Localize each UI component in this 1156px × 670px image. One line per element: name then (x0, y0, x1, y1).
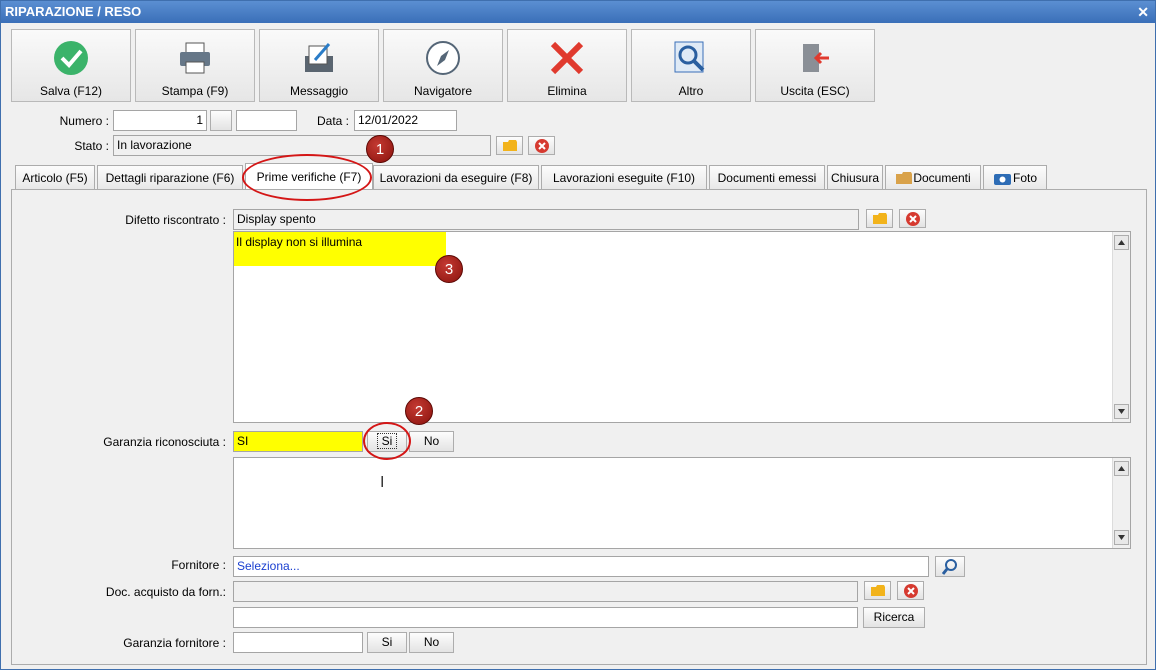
garanzia-memo[interactable]: I (233, 457, 1131, 549)
tab-chiusura[interactable]: Chiusura (827, 165, 883, 189)
print-label: Stampa (F9) (161, 84, 229, 98)
numero-extra-field[interactable] (236, 110, 297, 131)
message-label: Messaggio (289, 84, 349, 98)
garanzia-fornitore-label: Garanzia fornitore : (123, 636, 226, 650)
save-label: Salva (F12) (39, 84, 103, 98)
check-icon (54, 41, 88, 75)
annotation-marker-3: 3 (435, 255, 463, 283)
scroll-up-icon[interactable] (1114, 235, 1129, 250)
garanzia-fornitore-field[interactable] (233, 632, 363, 653)
doc-clear-button[interactable] (897, 581, 924, 600)
text-cursor-icon: I (380, 474, 385, 491)
tab-dettagli[interactable]: Dettagli riparazione (F6) (97, 165, 243, 189)
stato-clear-button[interactable] (528, 136, 555, 155)
memo-scrollbar[interactable] (1112, 232, 1130, 422)
tab-articolo[interactable]: Articolo (F5) (15, 165, 95, 189)
garanzia-fornitore-no-button[interactable]: No (409, 632, 454, 653)
delete-label: Elimina (547, 84, 587, 98)
exit-button[interactable]: Uscita (ESC) (755, 29, 875, 102)
tab-foto[interactable]: Foto (983, 165, 1047, 189)
difetto-field: Display spento (233, 209, 859, 230)
stato-field: In lavorazione (113, 135, 491, 156)
tab-documenti-label: Documenti (913, 171, 971, 185)
scroll-up-icon[interactable] (1114, 461, 1129, 476)
search-icon (941, 559, 957, 575)
numero-field[interactable]: 1 (113, 110, 207, 131)
save-button[interactable]: Salva (F12) (11, 29, 131, 102)
navigator-label: Navigatore (413, 84, 473, 98)
ricerca-button[interactable]: Ricerca (863, 607, 925, 628)
repair-window: RIPARAZIONE / RESO ✕ Salva (F12) Stampa … (0, 0, 1156, 670)
difetto-memo[interactable]: Il display non si illumina (233, 231, 1131, 423)
clear-icon (906, 212, 920, 226)
folder-icon (896, 172, 912, 184)
garanzia-label: Garanzia riconosciuta : (103, 435, 226, 449)
navigator-button[interactable]: Navigatore (383, 29, 503, 102)
annotation-marker-1: 1 (366, 135, 394, 163)
doc-open-button[interactable] (864, 581, 891, 600)
fornitore-search-button[interactable] (935, 556, 965, 577)
scroll-down-icon[interactable] (1114, 404, 1129, 419)
delete-x-icon (550, 41, 584, 75)
tab-documenti-emessi[interactable]: Documenti emessi (709, 165, 825, 189)
ricerca-field[interactable] (233, 607, 858, 628)
data-label: Data : (316, 114, 349, 128)
window-title: RIPARAZIONE / RESO (5, 4, 142, 19)
garanzia-field: SI (233, 431, 363, 452)
other-label: Altro (678, 84, 704, 98)
exit-icon (803, 44, 829, 72)
date-field[interactable]: 12/01/2022 (354, 110, 457, 131)
title-bar: RIPARAZIONE / RESO ✕ (1, 1, 1155, 23)
doc-acquisto-label: Doc. acquisto da forn.: (105, 585, 226, 599)
tab-lavorazioni-eseguite[interactable]: Lavorazioni eseguite (F10) (541, 165, 707, 189)
clear-icon (904, 584, 918, 598)
garanzia-no-button[interactable]: No (409, 431, 454, 452)
magnifier-icon (674, 41, 705, 73)
annotation-marker-2: 2 (405, 397, 433, 425)
message-button[interactable]: Messaggio (259, 29, 379, 102)
close-icon[interactable]: ✕ (1137, 1, 1149, 23)
fornitore-label: Fornitore : (171, 558, 226, 572)
memo-scrollbar[interactable] (1112, 458, 1130, 548)
delete-button[interactable]: Elimina (507, 29, 627, 102)
annotation-ring-tab (242, 154, 372, 201)
difetto-memo-text: Il display non si illumina (234, 232, 446, 266)
compass-icon (426, 41, 460, 75)
tab-documenti[interactable]: Documenti (885, 165, 981, 189)
difetto-label: Difetto riscontrato : (125, 213, 226, 227)
exit-label: Uscita (ESC) (780, 84, 850, 98)
print-button[interactable]: Stampa (F9) (135, 29, 255, 102)
printer-icon (180, 42, 210, 74)
difetto-clear-button[interactable] (899, 209, 926, 228)
scroll-down-icon[interactable] (1114, 530, 1129, 545)
folder-icon (873, 213, 887, 224)
difetto-open-button[interactable] (866, 209, 893, 228)
annotation-ring-si (363, 422, 411, 460)
camera-icon (994, 174, 1011, 185)
folder-icon (503, 140, 517, 151)
fornitore-field[interactable]: Seleziona... (233, 556, 929, 577)
numero-label: Numero : (59, 114, 109, 128)
clear-icon (535, 139, 549, 153)
garanzia-fornitore-si-button[interactable]: Si (367, 632, 407, 653)
tab-foto-label: Foto (1012, 171, 1037, 185)
other-button[interactable]: Altro (631, 29, 751, 102)
numero-suffix-button[interactable] (210, 110, 232, 131)
tab-lavorazioni-da-eseguire[interactable]: Lavorazioni da eseguire (F8) (373, 165, 539, 189)
folder-icon (871, 585, 885, 596)
message-icon (305, 43, 333, 72)
stato-open-button[interactable] (496, 136, 523, 155)
stato-label: Stato : (74, 139, 109, 153)
doc-acquisto-field (233, 581, 858, 602)
